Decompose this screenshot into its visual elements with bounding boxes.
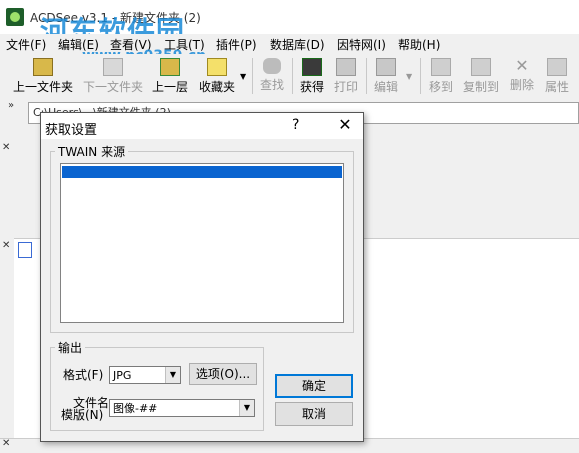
dialog-title: 获取设置 — [45, 123, 98, 138]
menu-internet[interactable]: 因特网(I) — [337, 36, 386, 53]
scanner-icon — [302, 58, 322, 76]
printer-icon — [336, 58, 356, 76]
move-to-label: 移到 — [428, 80, 453, 94]
edit-label: 编辑 — [373, 80, 398, 94]
close-icon[interactable]: ✕ — [335, 115, 355, 134]
up-level-icon — [160, 58, 180, 76]
delete-label: 删除 — [509, 78, 534, 92]
up-level-label: 上一层 — [151, 80, 188, 94]
cancel-button[interactable]: 取消 — [275, 402, 353, 426]
acquire-button[interactable]: 获得 — [296, 58, 328, 94]
print-button[interactable]: 打印 — [330, 58, 362, 94]
format-select[interactable]: JPG ▼ — [109, 366, 181, 384]
toolbar-separator — [420, 58, 421, 94]
list-item-selected[interactable] — [62, 166, 342, 178]
pane-close-icon[interactable]: ✕ — [2, 240, 10, 251]
acquire-label: 获得 — [299, 80, 324, 94]
up-folder-button[interactable]: 上一文件夹 — [10, 58, 76, 94]
pane-close-icon[interactable]: ✕ — [2, 142, 10, 153]
delete-x-icon: ✕ — [515, 56, 529, 75]
menu-help[interactable]: 帮助(H) — [398, 36, 440, 53]
delete-button[interactable]: ✕ 删除 — [506, 58, 538, 94]
up-level-button[interactable]: 上一层 — [150, 58, 190, 94]
favorites-dropdown-icon[interactable]: ▼ — [240, 72, 246, 81]
next-folder-button[interactable]: 下一文件夹 — [80, 58, 146, 94]
favorites-button[interactable]: 收藏夹 — [196, 58, 238, 94]
copy-to-button[interactable]: 复制到 — [460, 58, 502, 94]
toolbar-separator — [252, 58, 253, 94]
acdsee-app-icon — [6, 8, 24, 26]
file-icon — [18, 242, 32, 258]
acquire-settings-dialog: 获取设置 ? ✕ TWAIN 来源 输出 格式(F) JPG ▼ 选项(O)..… — [40, 112, 364, 442]
binoculars-icon — [263, 58, 281, 74]
properties-button[interactable]: 属性 — [540, 58, 574, 94]
favorites-label: 收藏夹 — [198, 80, 235, 94]
copy-to-label: 复制到 — [462, 80, 499, 94]
toolbar-separator — [366, 58, 367, 94]
edit-button[interactable]: 编辑 — [370, 58, 402, 94]
next-folder-label: 下一文件夹 — [82, 80, 143, 94]
format-label: 格式(F) — [63, 368, 104, 382]
menu-file[interactable]: 文件(F) — [6, 36, 46, 53]
folder-up-icon — [33, 58, 53, 76]
filename-template-value: 图像-## — [113, 402, 158, 415]
properties-icon — [547, 58, 567, 76]
find-label: 查找 — [259, 78, 284, 92]
ok-button[interactable]: 确定 — [275, 374, 353, 398]
pane-close-icon[interactable]: ✕ — [2, 438, 10, 449]
twain-source-list[interactable] — [60, 163, 344, 323]
copy-icon — [471, 58, 491, 76]
image-edit-icon — [376, 58, 396, 76]
chevron-expand-icon[interactable]: » — [8, 100, 14, 111]
format-value: JPG — [113, 369, 132, 382]
menu-plugins[interactable]: 插件(P) — [216, 36, 257, 53]
help-icon[interactable]: ? — [292, 117, 299, 133]
dialog-title-bar: 获取设置 ? ✕ — [41, 113, 363, 139]
output-group-title: 输出 — [55, 339, 86, 356]
menu-database[interactable]: 数据库(D) — [270, 36, 325, 53]
favorites-icon — [207, 58, 227, 76]
chevron-down-icon: ▼ — [165, 367, 180, 383]
options-button[interactable]: 选项(O)... — [189, 363, 257, 385]
twain-source-group-title: TWAIN 来源 — [55, 143, 129, 160]
chevron-down-icon: ▼ — [239, 400, 254, 416]
move-icon — [431, 58, 451, 76]
up-folder-label: 上一文件夹 — [12, 80, 73, 94]
properties-label: 属性 — [544, 80, 569, 94]
folder-down-icon — [103, 58, 123, 76]
edit-dropdown-icon[interactable]: ▼ — [406, 72, 412, 81]
move-to-button[interactable]: 移到 — [424, 58, 458, 94]
filename-template-select[interactable]: 图像-## ▼ — [109, 399, 255, 417]
filename-label-line2: 模版(N) — [61, 408, 104, 422]
print-label: 打印 — [333, 80, 358, 94]
toolbar-separator — [292, 58, 293, 94]
find-button[interactable]: 查找 — [256, 58, 288, 94]
